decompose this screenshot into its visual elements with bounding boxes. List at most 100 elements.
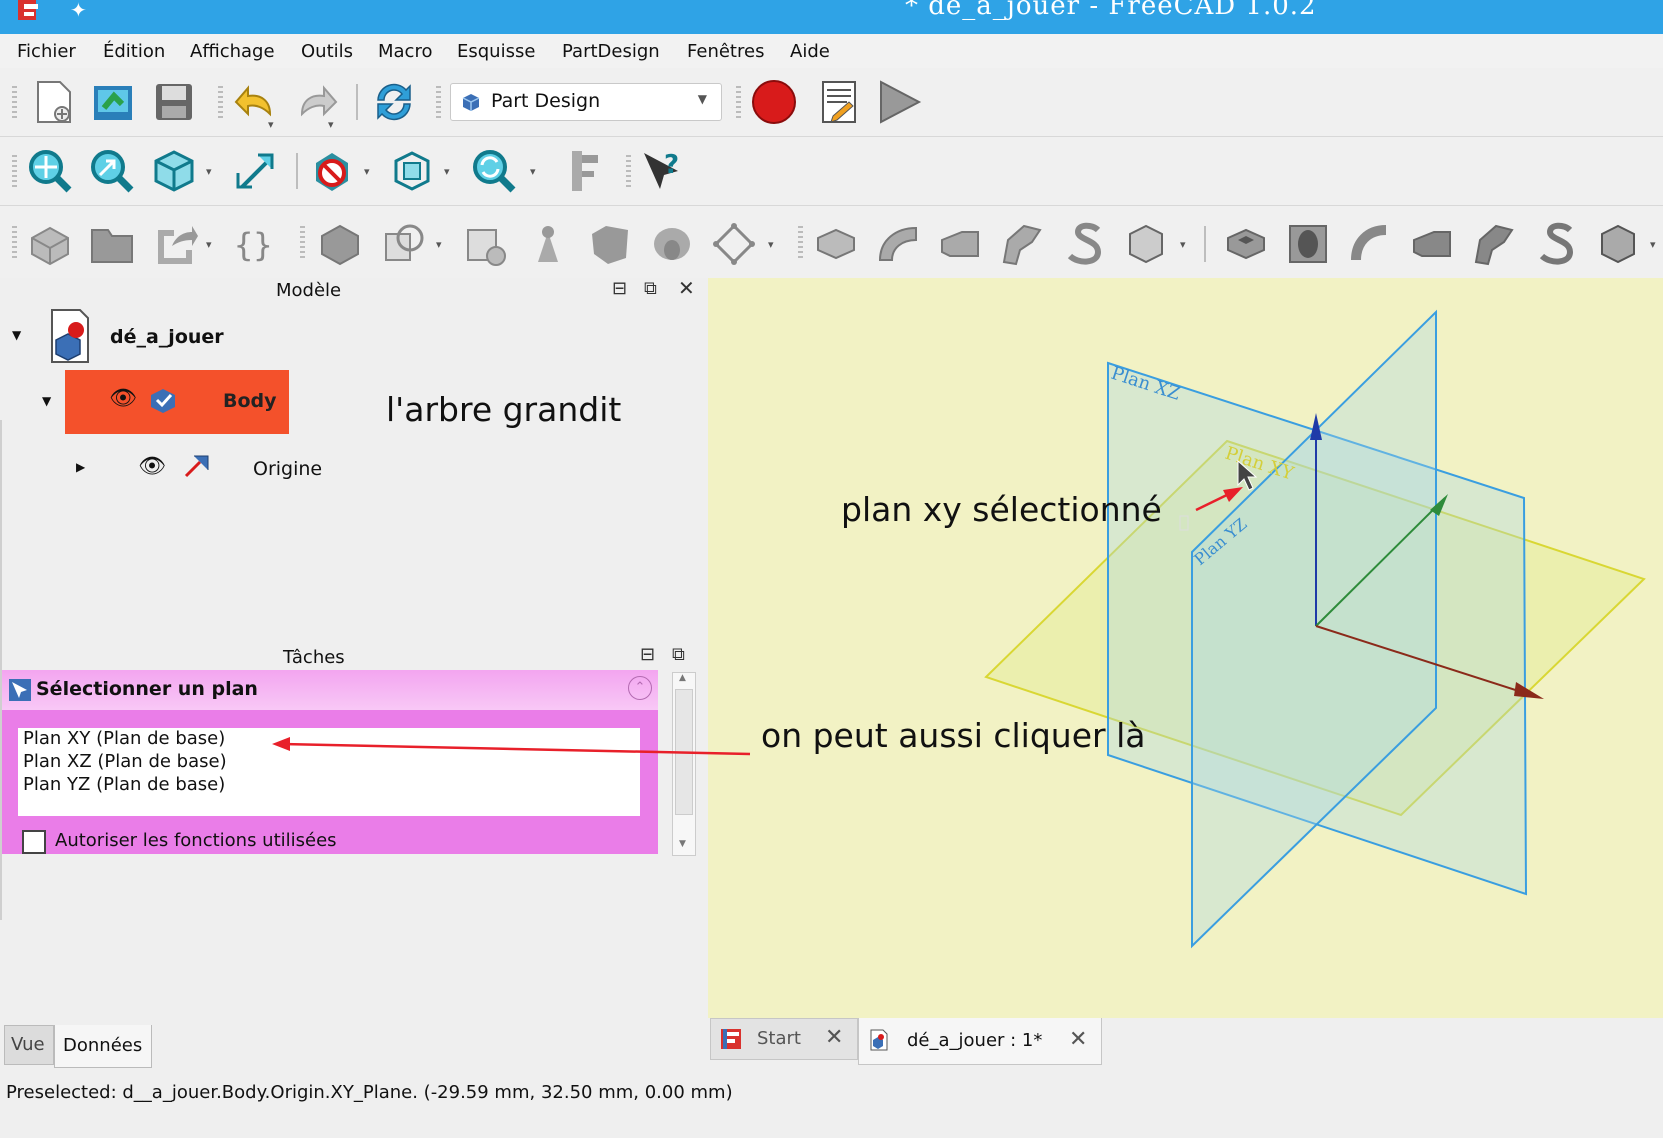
collapse-icon[interactable]: ⌃ xyxy=(628,676,652,700)
hole-icon[interactable] xyxy=(1284,220,1332,268)
clone-icon[interactable] xyxy=(462,220,510,268)
tab-vue[interactable]: Vue xyxy=(4,1025,54,1065)
plane-list-item-yz[interactable]: Plan YZ (Plan de base) xyxy=(23,774,225,795)
tree-item-document[interactable]: dé_a_jouer xyxy=(110,326,224,348)
menu-fenetres[interactable]: Fenêtres xyxy=(687,41,764,62)
measure-tool-icon[interactable] xyxy=(560,147,608,195)
doc-tab-de-a-jouer[interactable]: dé_a_jouer : 1* ✕ xyxy=(858,1018,1102,1065)
additive-pipe-icon[interactable] xyxy=(998,220,1046,268)
whats-this-icon[interactable]: ? xyxy=(638,147,686,195)
task-scrollbar[interactable]: ▲ ▼ xyxy=(672,672,696,856)
close-icon[interactable]: ✕ xyxy=(1069,1027,1087,1052)
chevron-down-icon[interactable]: ▾ xyxy=(768,238,774,251)
chevron-down-icon[interactable]: ▾ xyxy=(436,238,442,251)
shape-binder-icon[interactable] xyxy=(380,220,428,268)
run-macro-icon[interactable] xyxy=(875,78,923,126)
chevron-down-icon[interactable]: ▾ xyxy=(1180,238,1186,251)
chevron-down-icon[interactable]: ▾ xyxy=(206,165,212,178)
toolbar-grip[interactable] xyxy=(736,86,741,120)
toolbar-grip[interactable] xyxy=(436,86,441,120)
groove-icon[interactable] xyxy=(1346,220,1394,268)
toolbar-grip[interactable] xyxy=(626,155,631,189)
sketch-icon[interactable] xyxy=(710,220,758,268)
subtractive-helix-icon[interactable] xyxy=(1532,220,1580,268)
float-icon[interactable]: ⊟ xyxy=(612,278,627,299)
eye-icon[interactable]: 👁 xyxy=(138,454,166,479)
fit-selection-icon[interactable] xyxy=(88,147,136,195)
expand-arrow-icon[interactable]: ▼ xyxy=(42,394,51,408)
pin-icon[interactable]: ✦ xyxy=(70,0,92,22)
workbench-selector[interactable]: Part Design ▼ xyxy=(450,83,722,121)
menu-macro[interactable]: Macro xyxy=(378,41,432,62)
revolution-icon[interactable] xyxy=(874,220,922,268)
macro-editor-icon[interactable] xyxy=(815,78,863,126)
body-icon[interactable] xyxy=(316,220,364,268)
refresh-icon[interactable] xyxy=(370,78,418,126)
close-icon[interactable]: ✕ xyxy=(825,1025,843,1050)
toolbar-grip[interactable] xyxy=(798,226,803,260)
link-icon[interactable] xyxy=(150,220,198,268)
save-document-icon[interactable] xyxy=(150,78,198,126)
menu-aide[interactable]: Aide xyxy=(790,41,830,62)
undock-icon[interactable]: ⧉ xyxy=(644,278,657,299)
additive-helix-icon[interactable] xyxy=(1060,220,1108,268)
expand-arrow-icon[interactable]: ▼ xyxy=(12,328,21,342)
additive-loft-icon[interactable] xyxy=(936,220,984,268)
toolbar-grip[interactable] xyxy=(300,226,305,260)
fit-all-icon[interactable] xyxy=(26,147,74,195)
tree-item-origin[interactable]: Origine xyxy=(253,458,322,480)
additive-primitive-icon[interactable] xyxy=(1122,220,1170,268)
sync-view-icon[interactable] xyxy=(470,147,518,195)
open-document-icon[interactable] xyxy=(90,78,138,126)
plane-list-item-xy[interactable]: Plan XY (Plan de base) xyxy=(23,728,225,749)
variable-set-icon[interactable]: {} xyxy=(230,220,278,268)
3d-viewport[interactable]: Plan XZ Plan XY Plan YZ plan xy sélectio… xyxy=(708,278,1663,1018)
plane-list-item-xz[interactable]: Plan XZ (Plan de base) xyxy=(23,751,227,772)
new-document-icon[interactable] xyxy=(30,78,78,126)
scroll-up-icon[interactable]: ▲ xyxy=(679,673,686,683)
close-icon[interactable]: ✕ xyxy=(678,276,695,300)
toolbar-grip[interactable] xyxy=(12,86,17,120)
menu-edition[interactable]: Édition xyxy=(103,41,165,62)
tab-donnees[interactable]: Données xyxy=(54,1025,152,1068)
selection-box-icon[interactable] xyxy=(388,147,436,195)
subtractive-pipe-icon[interactable] xyxy=(1470,220,1518,268)
pad-icon[interactable] xyxy=(812,220,860,268)
measure-distance-icon[interactable] xyxy=(232,147,280,195)
group-folder-icon[interactable] xyxy=(88,220,136,268)
chevron-down-icon[interactable]: ▾ xyxy=(1650,238,1656,251)
shape-icon[interactable] xyxy=(586,220,634,268)
part-container-icon[interactable] xyxy=(26,220,74,268)
scroll-down-icon[interactable]: ▼ xyxy=(679,839,686,849)
draw-style-icon[interactable] xyxy=(308,147,356,195)
chevron-down-icon[interactable]: ▾ xyxy=(444,165,450,178)
record-macro-icon[interactable] xyxy=(750,78,798,126)
sheep-icon[interactable] xyxy=(648,220,696,268)
float-icon[interactable]: ⊟ xyxy=(640,644,655,665)
menu-affichage[interactable]: Affichage xyxy=(190,41,275,62)
pocket-icon[interactable] xyxy=(1222,220,1270,268)
eye-icon[interactable]: 👁 xyxy=(109,386,137,411)
toolbar-grip[interactable] xyxy=(218,86,223,120)
toolbar-grip[interactable] xyxy=(12,155,17,189)
task-section-header[interactable]: Sélectionner un plan ⌃ xyxy=(2,670,658,710)
menu-partdesign[interactable]: PartDesign xyxy=(562,41,660,62)
menu-esquisse[interactable]: Esquisse xyxy=(457,41,535,62)
menu-fichier[interactable]: Fichier xyxy=(17,41,76,62)
undock-icon[interactable]: ⧉ xyxy=(672,644,685,665)
chevron-down-icon[interactable]: ▾ xyxy=(268,118,274,131)
collapsed-arrow-icon[interactable]: ▶ xyxy=(76,460,85,474)
chevron-down-icon[interactable]: ▾ xyxy=(364,165,370,178)
toolbar-grip[interactable] xyxy=(12,226,17,260)
datum-point-icon[interactable] xyxy=(524,220,572,268)
subtractive-primitive-icon[interactable] xyxy=(1594,220,1642,268)
allow-used-features-checkbox[interactable] xyxy=(22,830,46,854)
chevron-down-icon[interactable]: ▾ xyxy=(328,118,334,131)
chevron-down-icon[interactable]: ▾ xyxy=(530,165,536,178)
menu-outils[interactable]: Outils xyxy=(301,41,353,62)
chevron-down-icon[interactable]: ▾ xyxy=(206,238,212,251)
tree-item-body-row[interactable]: 👁 Body xyxy=(65,370,289,434)
isometric-view-icon[interactable] xyxy=(150,147,198,195)
subtractive-loft-icon[interactable] xyxy=(1408,220,1456,268)
doc-tab-start[interactable]: Start ✕ xyxy=(710,1018,858,1060)
